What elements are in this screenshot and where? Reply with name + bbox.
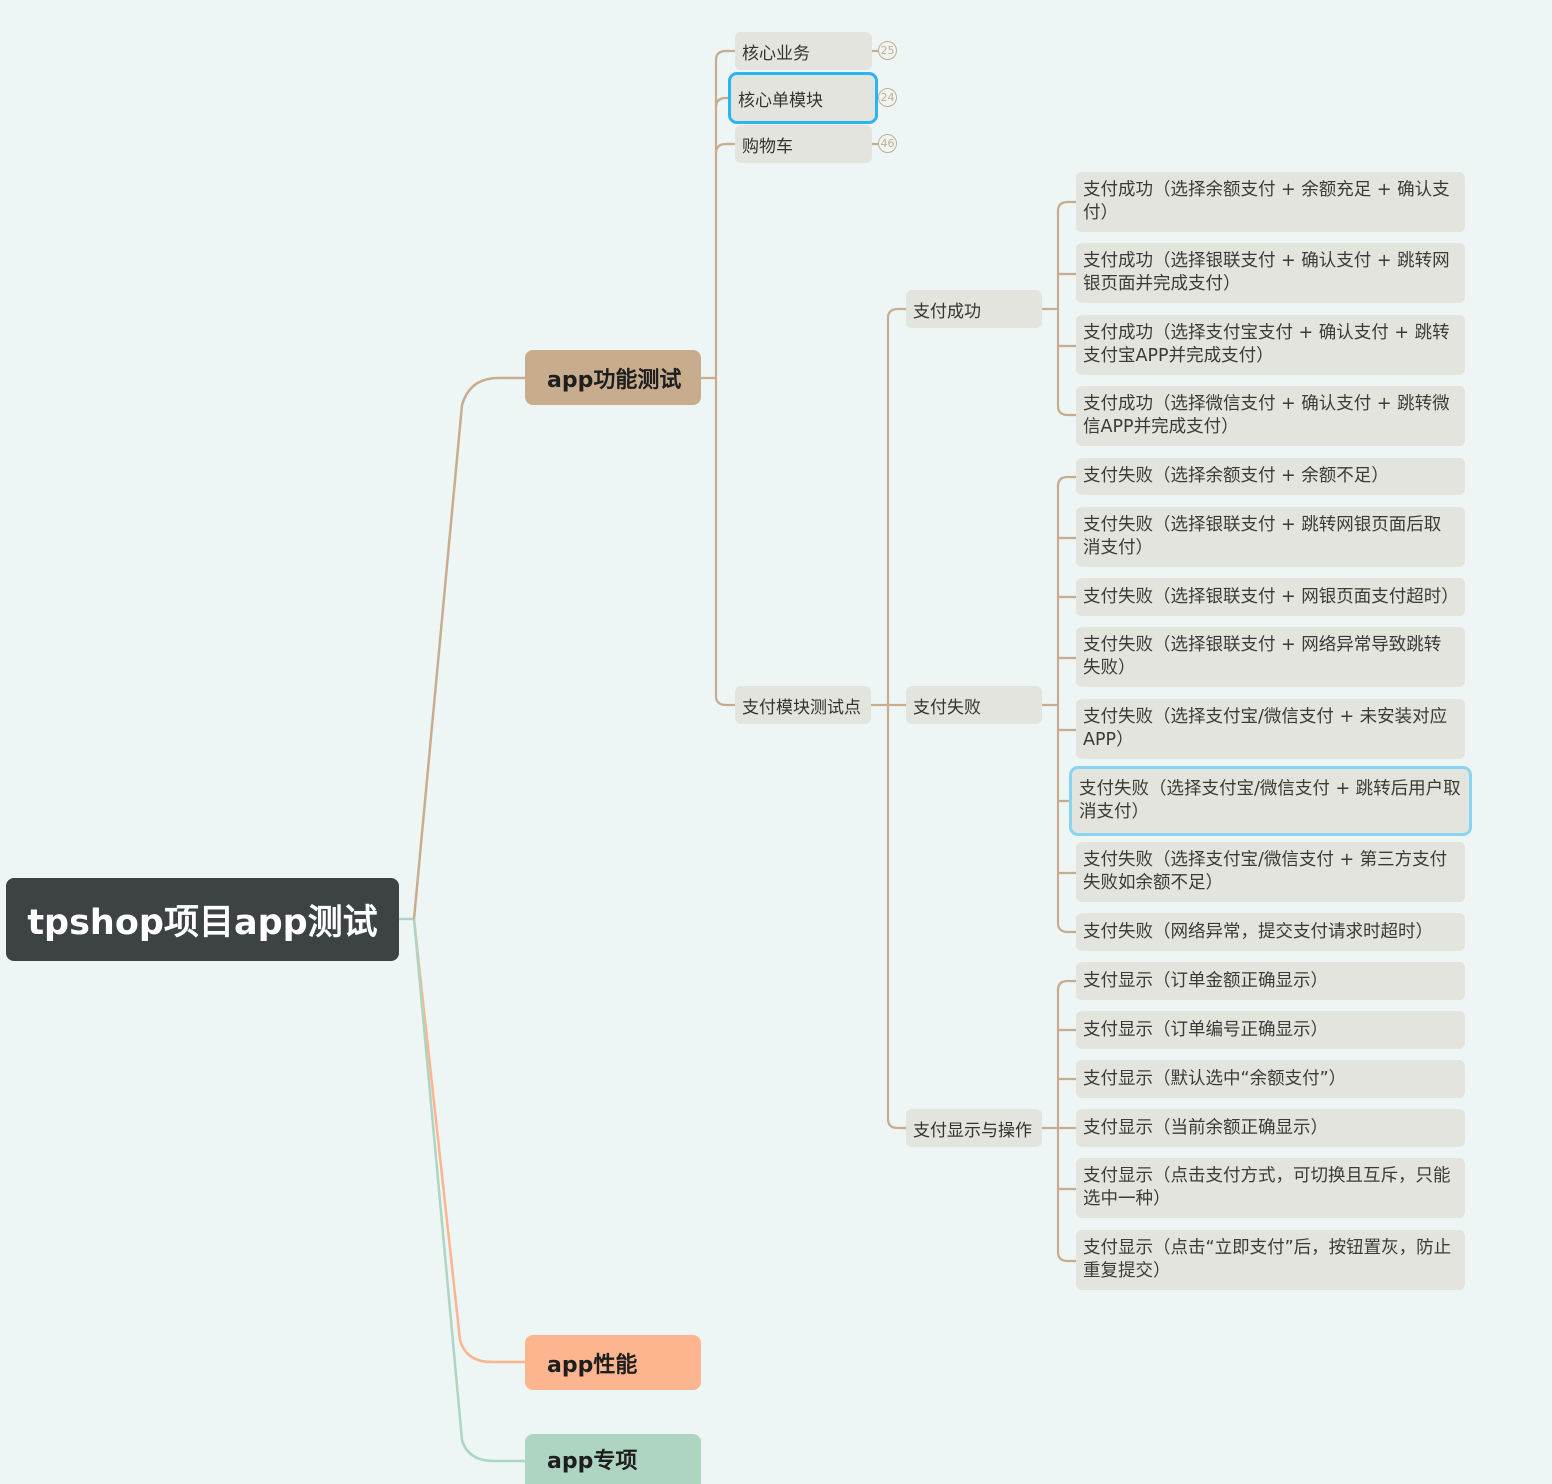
branch-app-special[interactable]: app专项 <box>525 1434 701 1484</box>
leaf-display-5[interactable]: 支付显示（点击支付方式，可切换且互斥，只能选中一种） <box>1076 1158 1465 1218</box>
leaf-success-3[interactable]: 支付成功（选择支付宝支付 + 确认支付 + 跳转支付宝APP并完成支付） <box>1076 315 1465 375</box>
group-payment-display[interactable]: 支付显示与操作 <box>906 1109 1042 1147</box>
leaf-success-1[interactable]: 支付成功（选择余额支付 + 余额充足 + 确认支付） <box>1076 172 1465 232</box>
leaf-display-1[interactable]: 支付显示（订单金额正确显示） <box>1076 962 1465 1000</box>
module-core-business[interactable]: 核心业务 <box>735 32 872 70</box>
leaf-failure-7[interactable]: 支付失败（选择支付宝/微信支付 + 第三方支付失败如余额不足） <box>1076 842 1465 902</box>
leaf-display-4[interactable]: 支付显示（当前余额正确显示） <box>1076 1109 1465 1147</box>
leaf-failure-5[interactable]: 支付失败（选择支付宝/微信支付 + 未安装对应APP） <box>1076 699 1465 759</box>
group-payment-failure[interactable]: 支付失败 <box>906 686 1042 724</box>
leaf-display-3[interactable]: 支付显示（默认选中“余额支付”） <box>1076 1060 1465 1098</box>
leaf-failure-8[interactable]: 支付失败（网络异常，提交支付请求时超时） <box>1076 913 1465 951</box>
collapsed-count-badge[interactable]: 25 <box>878 41 897 60</box>
leaf-display-6[interactable]: 支付显示（点击“立即支付”后，按钮置灰，防止重复提交） <box>1076 1230 1465 1290</box>
leaf-failure-2[interactable]: 支付失败（选择银联支付 + 跳转网银页面后取消支付） <box>1076 507 1465 567</box>
module-shopping-cart[interactable]: 购物车 <box>735 125 872 163</box>
branch-app-function-test[interactable]: app功能测试 <box>525 350 701 405</box>
branch-app-performance[interactable]: app性能 <box>525 1335 701 1390</box>
leaf-failure-6[interactable]: 支付失败（选择支付宝/微信支付 + 跳转后用户取消支付） <box>1072 769 1469 833</box>
collapsed-count-badge[interactable]: 46 <box>878 134 897 153</box>
module-payment-testpoints[interactable]: 支付模块测试点 <box>735 686 871 724</box>
collapsed-count-badge[interactable]: 24 <box>878 88 897 107</box>
leaf-success-2[interactable]: 支付成功（选择银联支付 + 确认支付 + 跳转网银页面并完成支付） <box>1076 243 1465 303</box>
leaf-display-2[interactable]: 支付显示（订单编号正确显示） <box>1076 1011 1465 1049</box>
leaf-failure-3[interactable]: 支付失败（选择银联支付 + 网银页面支付超时） <box>1076 578 1465 616</box>
leaf-success-4[interactable]: 支付成功（选择微信支付 + 确认支付 + 跳转微信APP并完成支付） <box>1076 386 1465 446</box>
module-core-single[interactable]: 核心单模块 <box>731 75 875 121</box>
group-payment-success[interactable]: 支付成功 <box>906 290 1042 328</box>
root-topic[interactable]: tpshop项目app测试 <box>6 878 399 961</box>
leaf-failure-4[interactable]: 支付失败（选择银联支付 + 网络异常导致跳转失败） <box>1076 627 1465 687</box>
leaf-failure-1[interactable]: 支付失败（选择余额支付 + 余额不足） <box>1076 458 1465 495</box>
